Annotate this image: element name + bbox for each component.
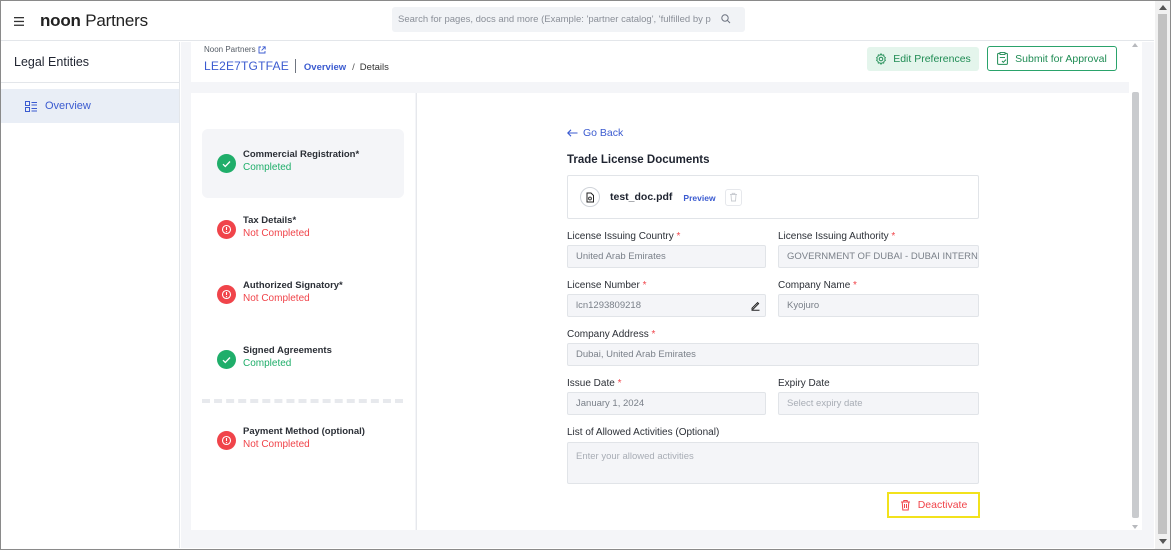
step-title: Signed Agreements [243,344,332,356]
issue-date-field[interactable]: January 1, 2024 [567,392,766,415]
company-address-label: Company Address * [567,329,655,340]
license-number-value: lcn1293809218 [576,300,641,311]
step-status: Not Completed [243,227,310,239]
required-mark: * [853,280,857,291]
label-text: License Issuing Authority [778,231,889,242]
page-scrollbar-thumb[interactable] [1158,14,1167,534]
allowed-activities-label: List of Allowed Activities (Optional) [567,427,720,438]
step-title: Tax Details* [243,214,297,226]
company-address-field[interactable]: Dubai, United Arab Emirates [567,343,979,366]
brand-rest: Partners [80,10,148,30]
breadcrumb: LE2E7TGTFAE Overview / Details [204,59,389,73]
trash-icon [729,192,737,202]
document-delete-button[interactable] [724,188,742,206]
check-icon [217,154,236,173]
issue-date-label: Issue Date * [567,378,622,389]
required-mark: * [891,231,896,242]
check-icon [217,350,236,369]
step-status: Not Completed [243,438,310,450]
label-text: Company Name [778,280,851,291]
issuing-authority-label: License Issuing Authority * [778,231,895,242]
document-preview-link[interactable]: Preview [683,193,715,203]
step-payment-method[interactable]: Payment Method (optional) Not Completed [202,406,404,475]
company-name-field[interactable]: Kyojuro [778,294,979,317]
sidebar-item-label: Overview [45,100,91,112]
issuing-authority-field[interactable]: GOVERNMENT OF DUBAI - DUBAI INTERNA [778,245,979,268]
document-icon [580,187,600,207]
search-input[interactable] [398,14,720,25]
alert-circle-icon [217,431,236,450]
breadcrumb-parent[interactable]: Noon Partners [204,45,266,54]
edit-preferences-label: Edit Preferences [893,53,971,65]
pencil-icon[interactable] [750,300,761,314]
step-title: Authorized Signatory* [243,279,343,291]
label-text: Company Address [567,329,649,340]
search-icon[interactable] [720,13,734,27]
go-back-label: Go Back [583,127,624,139]
label-text: Issue Date [567,378,615,389]
expiry-date-field[interactable]: Select expiry date [778,392,979,415]
inner-scroll-down-arrow[interactable] [1132,525,1138,529]
inner-scrollbar-thumb[interactable] [1132,92,1139,518]
global-search [392,7,745,32]
step-status: Completed [243,357,292,369]
submit-for-approval-button[interactable]: Submit for Approval [987,46,1117,71]
breadcrumb-divider [294,59,296,73]
section-title: Trade License Documents [567,154,710,166]
gear-icon [876,53,887,65]
sidebar-item-overview[interactable]: Overview [1,89,179,123]
trash-icon [900,500,910,511]
expiry-date-label: Expiry Date [778,378,830,389]
issuing-country-field[interactable]: United Arab Emirates [567,245,766,268]
deactivate-label: Deactivate [917,499,968,511]
alert-circle-icon [217,285,236,304]
clipboard-check-icon [997,52,1009,65]
hamburger-menu-icon[interactable] [14,13,30,29]
required-mark: * [642,280,647,291]
breadcrumb-parent-label: Noon Partners [204,45,256,54]
alert-circle-icon [217,220,236,239]
step-title: Payment Method (optional) [243,425,365,437]
step-authorized-signatory[interactable]: Authorized Signatory* Not Completed [202,260,404,329]
list-icon [25,100,37,112]
company-name-label: Company Name * [778,280,857,291]
document-name: test_doc.pdf [610,191,673,203]
step-signed-agreements[interactable]: Signed Agreements Completed [202,325,404,394]
step-status: Not Completed [243,292,310,304]
sidebar-title: Legal Entities [1,42,179,83]
license-number-field[interactable]: lcn1293809218 [567,294,766,317]
arrow-left-icon [567,129,578,137]
brand-bold: noon [40,10,81,30]
required-mark: * [676,231,681,242]
breadcrumb-overview-link[interactable]: Overview [304,62,346,73]
step-title: Commercial Registration* [243,148,360,160]
external-link-icon [258,45,266,53]
brand-logo[interactable]: noon Partners [40,11,148,31]
label-text: License Number [567,280,640,291]
entity-id: LE2E7TGTFAE [204,59,289,73]
required-mark: * [617,378,622,389]
deactivate-button[interactable]: Deactivate [887,492,980,518]
sidebar: Legal Entities Overview [1,42,180,548]
breadcrumb-current: Details [359,61,389,73]
breadcrumb-separator: / [352,61,355,73]
license-number-label: License Number * [567,280,647,291]
label-text: License Issuing Country [567,231,674,242]
edit-preferences-button[interactable]: Edit Preferences [867,47,979,71]
steps-divider [202,399,403,403]
step-commercial-registration[interactable]: Commercial Registration* Completed [202,129,404,198]
allowed-activities-field[interactable]: Enter your allowed activities [567,442,979,484]
go-back-link[interactable]: Go Back [567,127,623,139]
submit-for-approval-label: Submit for Approval [1015,52,1107,65]
step-status: Completed [243,161,292,173]
required-mark: * [651,329,656,340]
issuing-country-label: License Issuing Country * [567,231,680,242]
page-scroll-down-arrow[interactable] [1159,539,1167,544]
inner-scroll-up-arrow[interactable] [1132,43,1138,47]
step-tax-details[interactable]: Tax Details* Not Completed [202,195,404,264]
page-scroll-up-arrow[interactable] [1159,5,1167,10]
document-card: test_doc.pdf Preview [567,175,979,219]
